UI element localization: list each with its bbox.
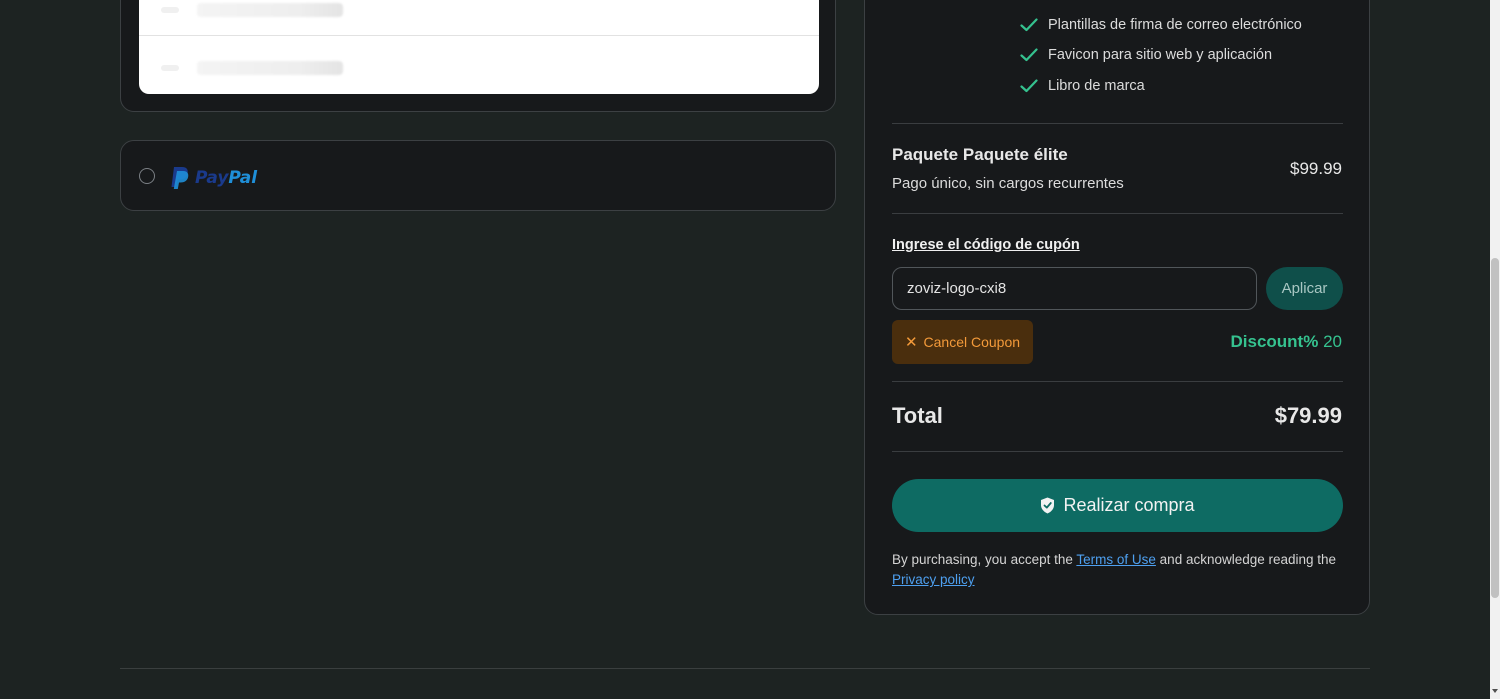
legal-prefix: By purchasing, you accept the <box>892 552 1073 567</box>
footer-divider <box>120 668 1370 669</box>
check-icon <box>1020 48 1038 62</box>
discount-label: Discount% <box>1230 332 1319 351</box>
total-label: Total <box>892 403 943 428</box>
checkout-page: PayPal Plantillas de firma de correo ele… <box>0 0 1500 699</box>
coupon-input[interactable] <box>892 267 1257 310</box>
discount-display: Discount% 20 <box>1231 332 1343 352</box>
apply-coupon-button[interactable]: Aplicar <box>1266 267 1343 310</box>
feature-item: Favicon para sitio web y aplicación <box>1020 45 1272 65</box>
paypal-logo: PayPal <box>170 165 257 191</box>
feature-label: Favicon para sitio web y aplicación <box>1048 47 1273 63</box>
divider <box>892 451 1343 452</box>
check-icon <box>1020 79 1038 93</box>
order-summary: Plantillas de firma de correo electrónic… <box>864 0 1370 615</box>
legal-middle: and acknowledge reading the <box>1159 552 1337 567</box>
check-icon <box>1020 18 1038 32</box>
divider <box>892 123 1343 124</box>
total-value: $79.99 <box>1274 403 1342 428</box>
cancel-coupon-label: Cancel Coupon <box>923 334 1021 350</box>
card-expiry-row[interactable] <box>139 39 819 94</box>
card-number-field[interactable] <box>197 3 343 17</box>
package-title: Paquete Paquete élite <box>892 145 1068 164</box>
card-icon <box>161 65 179 71</box>
paypal-option[interactable]: PayPal <box>120 140 836 211</box>
discount-value: 20 <box>1323 332 1342 351</box>
terms-of-use-link[interactable]: Terms of Use <box>1076 552 1156 567</box>
feature-item: Libro de marca <box>1020 76 1145 96</box>
purchase-button[interactable]: Realizar compra <box>892 479 1343 532</box>
card-icon <box>161 7 179 13</box>
card-form <box>139 0 819 94</box>
card-payment-panel <box>120 0 836 112</box>
paypal-wordmark: PayPal <box>195 168 258 188</box>
scrollbar-thumb[interactable] <box>1491 258 1499 598</box>
package-price: $99.99 <box>1290 159 1342 178</box>
coupon-toggle-link[interactable]: Ingrese el código de cupón <box>892 237 1080 253</box>
card-number-row[interactable] <box>139 0 819 36</box>
shield-check-icon <box>1041 497 1055 514</box>
feature-item: Plantillas de firma de correo electrónic… <box>1020 15 1302 35</box>
page-scrollbar[interactable] <box>1490 0 1500 699</box>
purchase-button-label: Realizar compra <box>1063 495 1195 515</box>
card-expiry-field[interactable] <box>197 61 343 75</box>
close-icon: ✕ <box>904 334 918 351</box>
divider <box>892 381 1343 382</box>
feature-label: Plantillas de firma de correo electrónic… <box>1048 17 1302 33</box>
package-subtitle: Pago único, sin cargos recurrentes <box>892 175 1124 192</box>
feature-label: Libro de marca <box>1048 78 1145 94</box>
legal-text: By purchasing, you accept the Terms of U… <box>892 550 1347 590</box>
paypal-p-icon <box>171 167 189 189</box>
paypal-radio[interactable] <box>139 168 155 184</box>
cancel-coupon-button[interactable]: ✕ Cancel Coupon <box>892 320 1033 364</box>
divider <box>892 213 1343 214</box>
scroll-down-arrow-icon[interactable] <box>1492 689 1498 693</box>
privacy-policy-link[interactable]: Privacy policy <box>892 572 975 587</box>
